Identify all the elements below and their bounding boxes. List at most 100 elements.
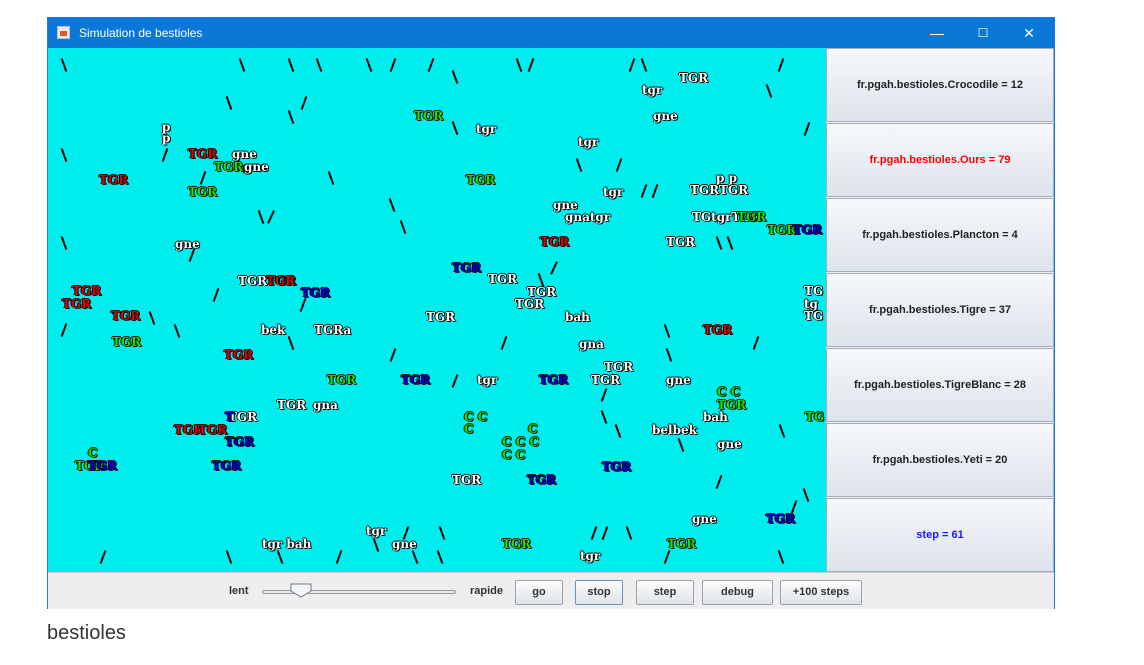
stick-creature — [60, 323, 68, 337]
go-button[interactable]: go — [515, 580, 563, 605]
stick-creature — [515, 58, 523, 72]
critter-label: TGR — [737, 210, 767, 224]
title-bar[interactable]: Simulation de bestioles — ☐ ✕ — [48, 18, 1054, 48]
stat-crocodile[interactable]: fr.pgah.bestioles.Crocodile = 12 — [826, 48, 1054, 122]
stick-creature — [267, 210, 275, 224]
stat-step[interactable]: step = 61 — [826, 498, 1054, 572]
critter-label: TGR — [540, 235, 570, 249]
stick-creature — [389, 348, 397, 362]
critter-label: TGR — [426, 310, 456, 324]
stick-creature — [315, 58, 323, 72]
stick-creature — [225, 550, 233, 564]
stick-creature — [299, 298, 307, 312]
stat-label: step = 61 — [916, 529, 964, 541]
critter-label: TGR — [452, 261, 482, 275]
plus-100-steps-button[interactable]: +100 steps — [780, 580, 862, 605]
slow-label: lent — [229, 585, 249, 597]
critter-label: tgr — [366, 524, 387, 538]
stick-creature — [257, 210, 265, 224]
stick-creature — [802, 488, 810, 502]
critter-label: gne — [244, 160, 269, 174]
stat-tigreblanc[interactable]: fr.pgah.bestioles.TigreBlanc = 28 — [826, 348, 1054, 422]
stat-ours[interactable]: fr.pgah.bestioles.Ours = 79 — [826, 123, 1054, 197]
close-button[interactable]: ✕ — [1006, 18, 1052, 48]
critter-label: TGR — [604, 360, 634, 374]
critter-label: TGR — [414, 109, 444, 123]
stat-label: fr.pgah.bestioles.Yeti = 20 — [872, 454, 1008, 466]
stick-creature — [550, 261, 558, 275]
critter-label: bek — [261, 323, 286, 337]
stick-creature — [614, 424, 622, 438]
speed-slider-thumb[interactable] — [290, 583, 312, 598]
stick-creature — [335, 550, 343, 564]
critter-label: p — [162, 131, 171, 145]
stick-creature — [726, 236, 734, 250]
stick-creature — [427, 58, 435, 72]
stick-creature — [715, 475, 723, 489]
stick-creature — [640, 58, 648, 72]
critter-label: TGR — [277, 398, 307, 412]
critter-label: C — [528, 422, 538, 436]
critter-label: C C — [717, 385, 741, 399]
stick-creature — [161, 148, 169, 162]
window-title: Simulation de bestioles — [79, 26, 203, 40]
critter-label: TGR — [766, 512, 796, 526]
stick-creature — [590, 526, 598, 540]
stick-creature — [640, 184, 648, 198]
stat-label: fr.pgah.bestioles.Plancton = 4 — [862, 229, 1018, 241]
critter-label: gne — [232, 147, 257, 161]
stick-creature — [212, 288, 220, 302]
critter-label: TGR — [327, 373, 357, 387]
stick-creature — [411, 550, 419, 564]
critter-label: TGR — [112, 335, 142, 349]
critter-label: TGR — [266, 274, 296, 288]
critter-label: TG — [805, 410, 825, 424]
minimize-button[interactable]: — — [914, 18, 960, 48]
stat-yeti[interactable]: fr.pgah.bestioles.Yeti = 20 — [826, 423, 1054, 497]
critter-label: TGR — [679, 71, 709, 85]
critter-label: TGR — [515, 297, 545, 311]
critter-label: tgr — [642, 83, 663, 97]
stick-creature — [451, 121, 459, 135]
stick-creature — [625, 526, 633, 540]
critter-label: tgr — [580, 549, 601, 563]
critter-label: C C C — [502, 435, 540, 449]
critter-label: C C — [502, 448, 526, 462]
stat-label: fr.pgah.bestioles.Crocodile = 12 — [857, 79, 1023, 91]
step-button[interactable]: step — [636, 580, 694, 605]
stick-creature — [372, 538, 380, 552]
critter-label: TGR — [88, 459, 118, 473]
stick-creature — [388, 198, 396, 212]
debug-button[interactable]: debug — [702, 580, 773, 605]
stat-tigre[interactable]: fr.pgah.bestioles.Tigre = 37 — [826, 273, 1054, 347]
critter-label: T — [225, 410, 234, 424]
stat-plancton[interactable]: fr.pgah.bestioles.Plancton = 4 — [826, 198, 1054, 272]
critter-label: TGR — [703, 323, 733, 337]
critter-label: TGR — [72, 284, 102, 298]
critter-label: TGR — [62, 297, 92, 311]
critter-label: TGR — [188, 185, 218, 199]
stick-creature — [500, 336, 508, 350]
critter-label: tgr — [603, 185, 624, 199]
stick-creature — [327, 171, 335, 185]
simulation-arena[interactable]: TGR tgr TGR gne tgr tgr p p TGR gne TGRgne gne TGR TG… — [48, 48, 826, 572]
critter-label: TGR — [502, 537, 532, 551]
critter-label: TGR — [225, 435, 255, 449]
stick-creature — [677, 438, 685, 452]
stat-label: fr.pgah.bestioles.Ours = 79 — [869, 154, 1011, 166]
stick-creature — [778, 424, 786, 438]
critter-label: tgr — [476, 122, 497, 136]
stick-creature — [300, 96, 308, 110]
stick-creature — [451, 374, 459, 388]
maximize-button[interactable]: ☐ — [960, 18, 1006, 48]
stick-creature — [615, 158, 623, 172]
critter-label: TGR — [212, 459, 242, 473]
critter-label: gna — [579, 337, 604, 351]
critter-label: gne — [717, 437, 742, 451]
critter-label: gne — [653, 109, 678, 123]
stick-creature — [601, 526, 609, 540]
stick-creature — [752, 336, 760, 350]
stop-button[interactable]: stop — [575, 580, 623, 605]
fast-label: rapide — [470, 585, 504, 597]
critter-label: TGR — [602, 460, 632, 474]
